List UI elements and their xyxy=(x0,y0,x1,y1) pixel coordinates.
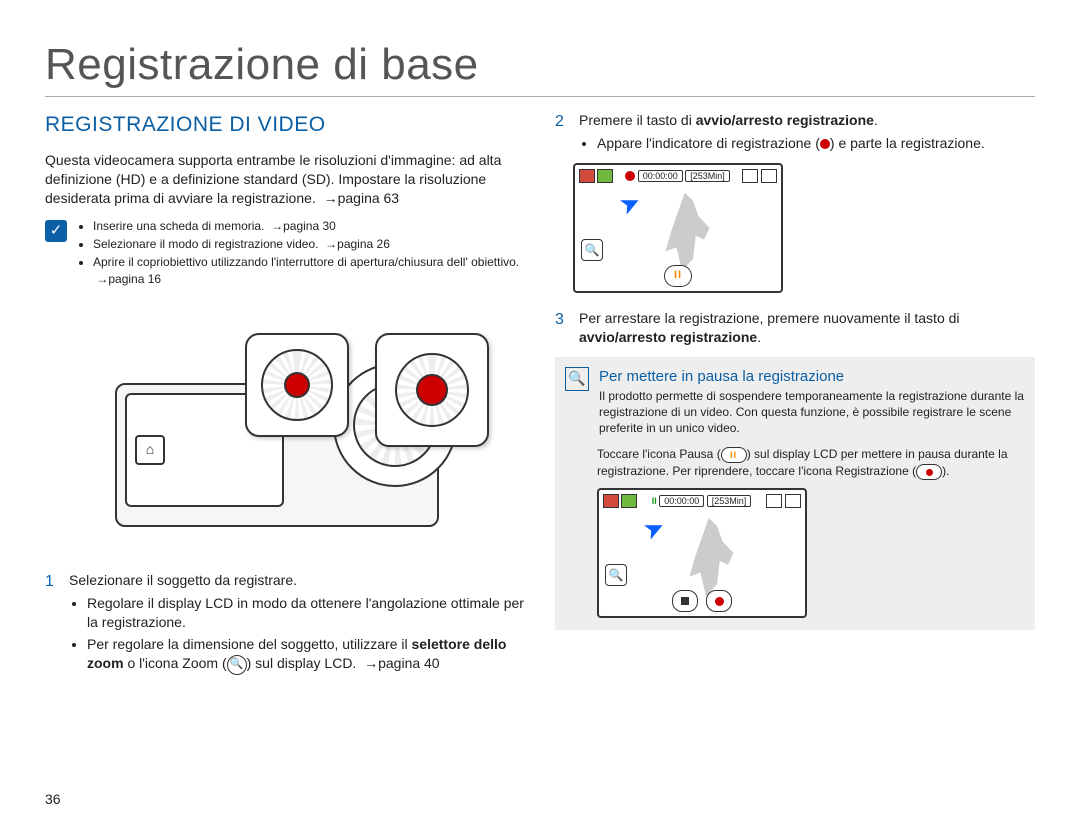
lcd-res-icon xyxy=(597,169,613,183)
lcd-res-icon xyxy=(621,494,637,508)
lcd-preview-recording: 00:00:00 [253Min] ➤ 🔍 II xyxy=(573,163,783,293)
preconditions-box: ✓ Inserire una scheda di memoria. →pagin… xyxy=(45,218,525,289)
lcd-preview-paused: II 00:00:00 [253Min] ➤ 🔍 xyxy=(597,488,807,618)
chapter-title: Registrazione di base xyxy=(45,40,1035,97)
record-button-icon xyxy=(284,372,310,398)
home-icon: ⌂ xyxy=(135,435,165,465)
pause-icon: II xyxy=(674,268,682,283)
step-number: 2 xyxy=(555,111,569,157)
precondition-item: Aprire il copriobiettivo utilizzando l'i… xyxy=(93,254,525,286)
tip-body: Il prodotto permette di sospendere tempo… xyxy=(599,388,1025,437)
record-icon xyxy=(715,597,724,606)
pause-indicator-icon: II xyxy=(652,496,657,506)
lcd-mode-icon xyxy=(579,169,595,183)
step-3: 3 Per arrestare la registrazione, premer… xyxy=(555,309,1035,347)
lcd-remaining-time: [253Min] xyxy=(685,170,730,182)
lcd-remaining-time: [253Min] xyxy=(707,495,752,507)
record-indicator-icon xyxy=(820,139,830,149)
section-title: REGISTRAZIONE DI VIDEO xyxy=(45,111,525,139)
pause-button[interactable]: II xyxy=(664,265,692,287)
right-column: 2 Premere il tasto di avvio/arresto regi… xyxy=(555,111,1035,685)
pause-icon: II xyxy=(721,447,747,463)
tip-title: Per mettere in pausa la registrazione xyxy=(599,367,1025,387)
card-icon xyxy=(742,169,758,183)
step-1: 1 Selezionare il soggetto da registrare.… xyxy=(45,571,525,679)
battery-icon xyxy=(761,169,777,183)
step-2: 2 Premere il tasto di avvio/arresto regi… xyxy=(555,111,1035,157)
page-ref-arrow-icon: → xyxy=(320,190,338,206)
record-indicator-icon xyxy=(625,171,635,181)
record-icon xyxy=(916,464,942,480)
lcd-mode-icon xyxy=(603,494,619,508)
card-icon xyxy=(766,494,782,508)
precondition-item: Inserire una scheda di memoria. →pagina … xyxy=(93,218,525,234)
step-number: 3 xyxy=(555,309,569,347)
page-number: 36 xyxy=(45,791,61,807)
check-icon: ✓ xyxy=(45,220,67,242)
stop-icon xyxy=(681,597,689,605)
lcd-elapsed-time: 00:00:00 xyxy=(638,170,683,182)
record-button[interactable] xyxy=(706,590,732,612)
battery-icon xyxy=(785,494,801,508)
step-1-title: Selezionare il soggetto da registrare. xyxy=(69,572,297,588)
subject-silhouette-icon xyxy=(684,518,739,596)
intro-text: Questa videocamera supporta entrambe le … xyxy=(45,151,525,208)
zoom-dial-callout xyxy=(245,333,349,437)
lcd-elapsed-time: 00:00:00 xyxy=(659,495,704,507)
pause-tip-block: 🔍 Per mettere in pausa la registrazione … xyxy=(555,357,1035,630)
zoom-icon[interactable]: 🔍 xyxy=(581,239,603,261)
stop-button[interactable] xyxy=(672,590,698,612)
zoom-icon: 🔍 xyxy=(227,655,247,675)
record-button-callout xyxy=(375,333,489,447)
step-1-bullet: Regolare il display LCD in modo da otten… xyxy=(87,594,525,632)
camcorder-illustration: ⌂ xyxy=(95,303,475,553)
left-column: REGISTRAZIONE DI VIDEO Questa videocamer… xyxy=(45,111,525,685)
precondition-item: Selezionare il modo di registrazione vid… xyxy=(93,236,525,252)
step-2-bullet: Appare l'indicatore di registrazione () … xyxy=(597,134,1035,153)
tip-sub: Toccare l'icona Pausa (II) sul display L… xyxy=(597,446,1025,480)
subject-silhouette-icon xyxy=(660,193,715,271)
magnifier-icon: 🔍 xyxy=(565,367,589,391)
step-number: 1 xyxy=(45,571,59,679)
zoom-icon[interactable]: 🔍 xyxy=(605,564,627,586)
step-1-bullet: Per regolare la dimensione del soggetto,… xyxy=(87,635,525,674)
